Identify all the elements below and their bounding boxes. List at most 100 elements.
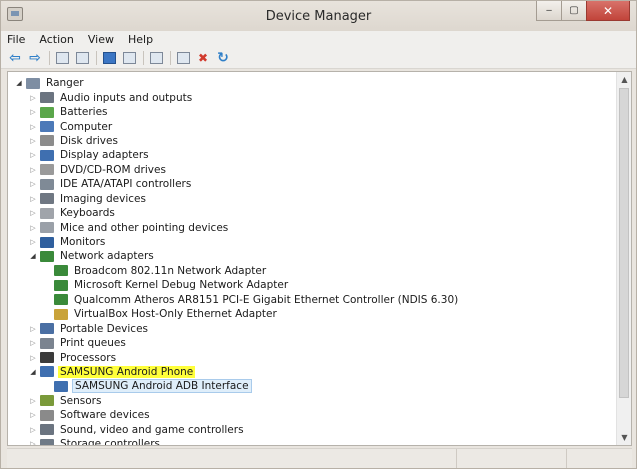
device-category[interactable]: ▷ Sensors [8, 394, 616, 408]
tree-item-label: SAMSUNG Android ADB Interface [72, 379, 252, 394]
device-category[interactable]: ▷ Disk drives [8, 134, 616, 148]
expand-arrow-icon[interactable]: ▷ [28, 94, 38, 102]
menu-view[interactable]: View [82, 31, 122, 48]
processor-icon [40, 352, 54, 364]
toolbar-separator [170, 51, 171, 65]
network-adapter-icon [54, 279, 68, 291]
speaker-icon [40, 424, 54, 436]
device-category[interactable]: ▷ Processors [8, 350, 616, 364]
tree-item-label: Storage controllers [60, 438, 160, 446]
device-category[interactable]: ◢ SAMSUNG Android Phone [8, 365, 616, 379]
expand-arrow-icon[interactable]: ▷ [28, 440, 38, 445]
tree-item-label: Sensors [60, 394, 102, 407]
expand-arrow-icon[interactable]: ▷ [28, 354, 38, 362]
help-button[interactable] [101, 50, 117, 66]
enable-device-icon: ↻ [217, 50, 229, 66]
collapse-arrow-icon[interactable]: ◢ [28, 252, 38, 260]
phone-icon [40, 366, 54, 378]
device-category[interactable]: ▷ Software devices [8, 408, 616, 422]
expand-arrow-icon[interactable]: ▷ [28, 238, 38, 246]
computer-icon [26, 77, 40, 89]
details-button[interactable] [121, 50, 137, 66]
scroll-down-icon[interactable]: ▼ [617, 430, 631, 445]
keyboard-icon [40, 207, 54, 219]
properties-button[interactable] [54, 50, 70, 66]
device-category[interactable]: ◢ Network adapters [8, 249, 616, 263]
device-category[interactable]: ▷ Display adapters [8, 148, 616, 162]
back-button[interactable]: ⇦ [7, 50, 23, 66]
device-category[interactable]: ▷ Audio inputs and outputs [8, 90, 616, 104]
expand-arrow-icon[interactable]: ▷ [28, 151, 38, 159]
enable-device-button[interactable]: ↻ [215, 50, 231, 66]
device-category[interactable]: ▷ IDE ATA/ATAPI controllers [8, 177, 616, 191]
menu-file[interactable]: File [1, 31, 33, 48]
vertical-scrollbar[interactable]: ▲ ▼ [616, 72, 631, 445]
expand-arrow-icon[interactable]: ▷ [28, 339, 38, 347]
uninstall-button[interactable]: ✖ [195, 50, 211, 66]
forward-button[interactable]: ⇨ [27, 50, 43, 66]
maximize-button[interactable]: ▢ [561, 1, 587, 21]
device-item[interactable]: SAMSUNG Android ADB Interface [8, 379, 616, 394]
expand-arrow-icon[interactable]: ▷ [28, 123, 38, 131]
tree-item-label: Ranger [46, 77, 84, 90]
status-segment-2 [457, 449, 567, 468]
window-controls: ‒ ▢ ✕ [536, 1, 630, 21]
scroll-thumb[interactable] [619, 88, 629, 398]
device-category[interactable]: ▷ Batteries [8, 105, 616, 119]
device-item[interactable]: Qualcomm Atheros AR8151 PCI-E Gigabit Et… [8, 293, 616, 307]
network-adapter-icon [40, 250, 54, 262]
expand-arrow-icon[interactable]: ▷ [28, 195, 38, 203]
update-driver-button[interactable] [175, 50, 191, 66]
collapse-arrow-icon[interactable]: ◢ [28, 368, 38, 376]
expand-arrow-icon[interactable]: ▷ [28, 397, 38, 405]
expand-arrow-icon[interactable]: ▷ [28, 426, 38, 434]
expand-arrow-icon[interactable]: ▷ [28, 224, 38, 232]
phone-icon [54, 380, 68, 392]
network-adapter-icon [54, 308, 68, 320]
tree-item-label: Monitors [60, 236, 106, 249]
network-adapter-icon [54, 294, 68, 306]
device-item[interactable]: VirtualBox Host-Only Ethernet Adapter [8, 307, 616, 321]
device-category[interactable]: ▷ Monitors [8, 235, 616, 249]
menu-action[interactable]: Action [33, 31, 81, 48]
device-category[interactable]: ▷ Keyboards [8, 206, 616, 220]
tree-item-label: Qualcomm Atheros AR8151 PCI-E Gigabit Et… [74, 293, 459, 306]
device-item[interactable]: Microsoft Kernel Debug Network Adapter [8, 278, 616, 292]
device-category[interactable]: ▷ Print queues [8, 336, 616, 350]
status-segment-main [7, 449, 457, 468]
camera-icon [40, 193, 54, 205]
monitor-icon [40, 236, 54, 248]
printer-icon [40, 337, 54, 349]
device-category[interactable]: ▷ Mice and other pointing devices [8, 220, 616, 234]
expand-arrow-icon[interactable]: ▷ [28, 108, 38, 116]
toolbar-separator [96, 51, 97, 65]
expand-arrow-icon[interactable]: ▷ [28, 325, 38, 333]
help-icon [102, 52, 116, 64]
show-hide-button[interactable] [74, 50, 90, 66]
menu-help[interactable]: Help [122, 31, 161, 48]
device-category[interactable]: ▷ Computer [8, 119, 616, 133]
scroll-up-icon[interactable]: ▲ [617, 72, 631, 87]
expand-arrow-icon[interactable]: ▷ [28, 209, 38, 217]
close-button[interactable]: ✕ [586, 1, 630, 21]
title-bar[interactable]: Device Manager ‒ ▢ ✕ [1, 1, 636, 31]
device-category[interactable]: ▷ Sound, video and game controllers [8, 423, 616, 437]
device-category[interactable]: ◢ Ranger [8, 76, 616, 90]
tree-item-label: Display adapters [60, 149, 149, 162]
device-category[interactable]: ▷ Imaging devices [8, 192, 616, 206]
update-driver-icon [176, 52, 190, 64]
tree-item-label: VirtualBox Host-Only Ethernet Adapter [74, 308, 277, 321]
device-category[interactable]: ▷ DVD/CD-ROM drives [8, 163, 616, 177]
expand-arrow-icon[interactable]: ▷ [28, 137, 38, 145]
collapse-arrow-icon[interactable]: ◢ [14, 79, 24, 87]
device-category[interactable]: ▷ Storage controllers [8, 437, 616, 446]
minimize-button[interactable]: ‒ [536, 1, 562, 21]
scan-hardware-button[interactable] [148, 50, 164, 66]
device-category[interactable]: ▷ Portable Devices [8, 321, 616, 335]
toolbar-separator [143, 51, 144, 65]
expand-arrow-icon[interactable]: ▷ [28, 411, 38, 419]
battery-icon [40, 106, 54, 118]
expand-arrow-icon[interactable]: ▷ [28, 166, 38, 174]
expand-arrow-icon[interactable]: ▷ [28, 180, 38, 188]
device-item[interactable]: Broadcom 802.11n Network Adapter [8, 264, 616, 278]
